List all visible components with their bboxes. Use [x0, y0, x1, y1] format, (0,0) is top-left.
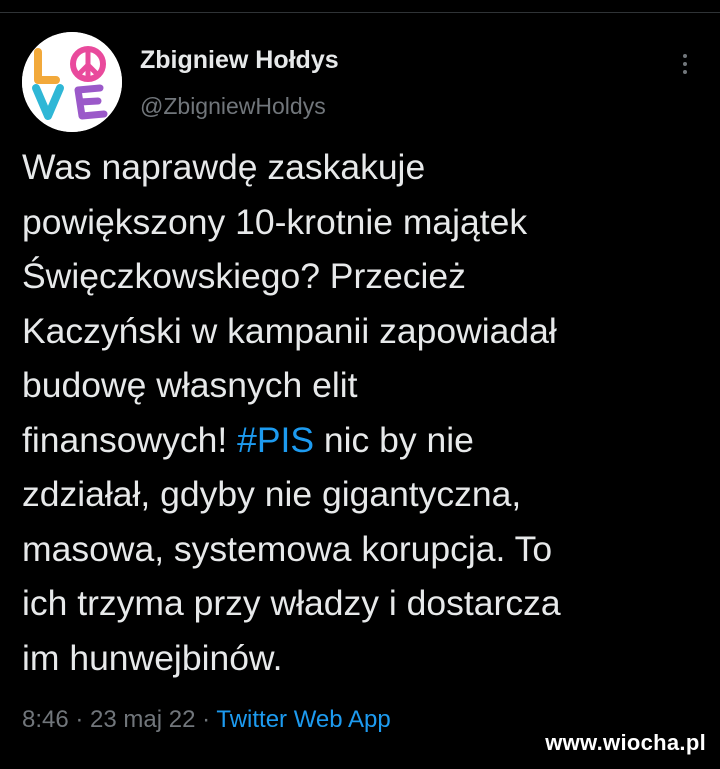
tweet-line: budowę własnych elit [22, 365, 358, 405]
handle[interactable]: @ZbigniewHoldys [140, 93, 326, 120]
more-options-icon-dot [683, 62, 687, 66]
tweet-line-text: nic by nie [314, 419, 474, 460]
more-options-icon [683, 54, 687, 58]
watermark: www.wiocha.pl [545, 730, 706, 755]
tweet-text: Was naprawdę zaskakuje powiększony 10-kr… [22, 140, 712, 685]
tweet-line-text: finansowych! [22, 419, 238, 460]
tweet-line: finansowych! #PIS nic by nie [22, 413, 712, 468]
meta-separator: · [68, 706, 91, 733]
tweet-line: Święczkowskiego? Przecież [22, 256, 466, 296]
more-options-icon-dot [683, 70, 687, 74]
love-peace-avatar-icon [22, 32, 122, 132]
more-options-button[interactable] [672, 48, 698, 80]
tweet-date[interactable]: 23 maj 22 [90, 706, 195, 733]
tweet-meta: 8:46 · 23 maj 22 · Twitter Web App [22, 706, 391, 734]
avatar[interactable] [22, 32, 122, 132]
tweet-line: powiększony 10-krotnie majątek [22, 201, 528, 242]
top-divider [0, 12, 720, 13]
tweet-time[interactable]: 8:46 [22, 706, 69, 733]
tweet-line: Was naprawdę zaskakuje [22, 147, 426, 187]
tweet-line: masowa, systemowa korupcja. To [22, 528, 553, 569]
tweet-line: Kaczyński w kampanii zapowiadał [22, 310, 557, 351]
tweet-line: zdziałał, gdyby nie gigantyczna, [22, 474, 522, 514]
tweet-line: ich trzyma przy władzy i dostarcza [22, 583, 561, 623]
tweet-line: im hunwejbinów. [22, 637, 283, 678]
hashtag-link[interactable]: #PIS [237, 420, 314, 460]
meta-separator: · [195, 706, 217, 733]
tweet-source-link[interactable]: Twitter Web App [216, 706, 390, 733]
display-name[interactable]: Zbigniew Hołdys [140, 46, 339, 75]
